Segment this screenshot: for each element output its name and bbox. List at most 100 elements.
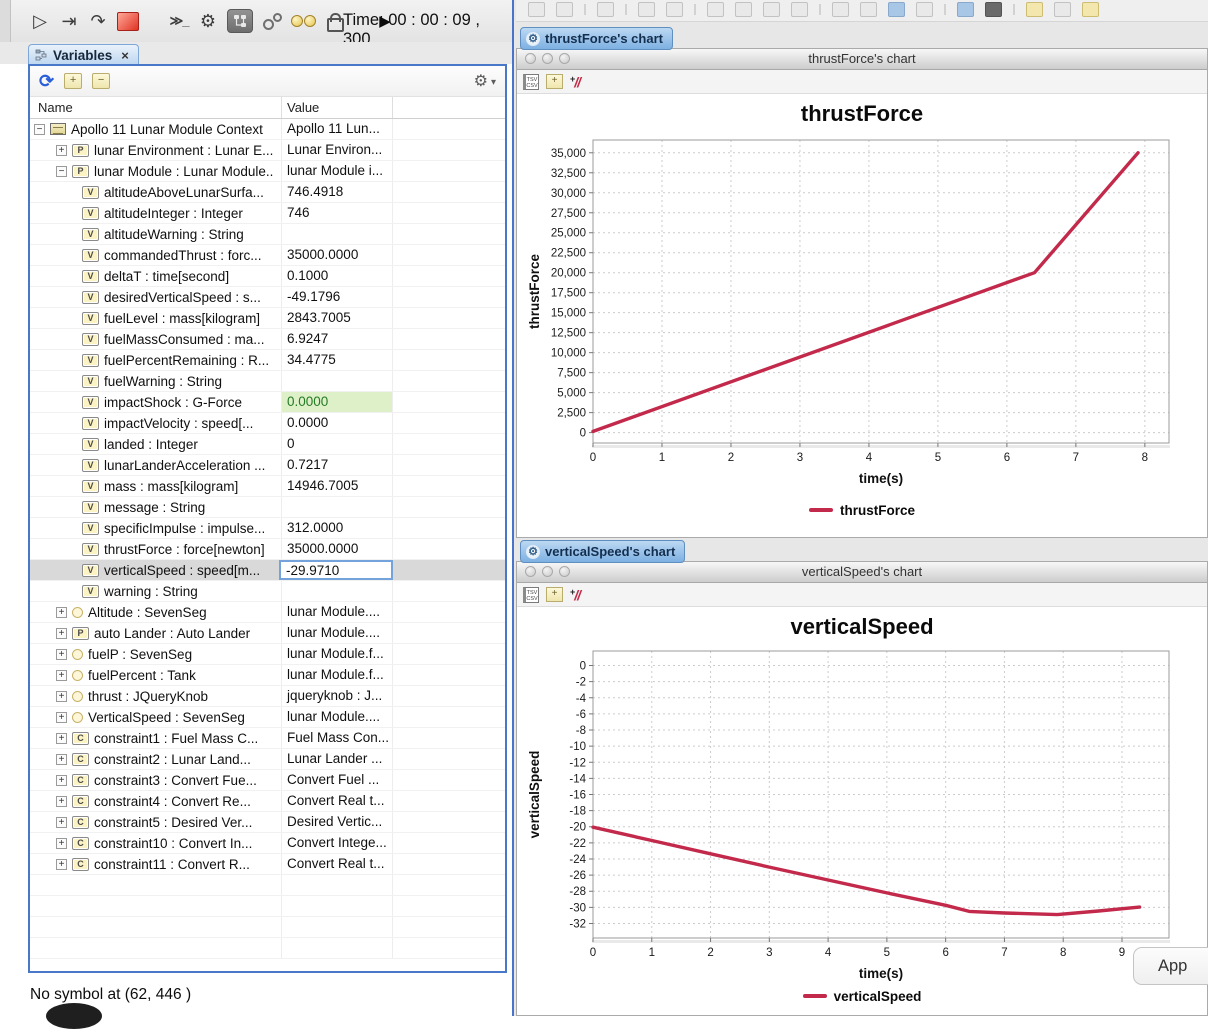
table-row[interactable]: VspecificImpulse : impulse...312.0000: [30, 518, 505, 539]
table-row[interactable]: +Plunar Environment : Lunar E...Lunar En…: [30, 140, 505, 161]
expand-toggle-icon[interactable]: +: [56, 712, 67, 723]
expand-toggle-icon[interactable]: +: [56, 796, 67, 807]
layout-icon[interactable]: [597, 2, 614, 17]
tool3-icon[interactable]: [763, 2, 780, 17]
expand-toggle-icon[interactable]: +: [56, 817, 67, 828]
verticalspeed-plot[interactable]: 01234567890-2-4-6-8-10-12-14-16-18-20-22…: [517, 643, 1207, 983]
expand-toggle-icon[interactable]: +: [56, 607, 67, 618]
panel-icon[interactable]: [888, 2, 905, 17]
table-row[interactable]: VdesiredVerticalSpeed : s...-49.1796: [30, 287, 505, 308]
folder-icon[interactable]: [1026, 2, 1043, 17]
table-row[interactable]: Vmass : mass[kilogram]14946.7005: [30, 476, 505, 497]
step-into-icon[interactable]: ⇥: [59, 9, 79, 33]
table-row[interactable]: +Cconstraint1 : Fuel Mass C...Fuel Mass …: [30, 728, 505, 749]
table-row[interactable]: ValtitudeAboveLunarSurfa...746.4918: [30, 182, 505, 203]
breakpoints-icon[interactable]: [291, 9, 316, 33]
stop-icon[interactable]: [117, 12, 139, 31]
panel-options-button[interactable]: ⚙ ▾: [474, 71, 496, 91]
collapse-all-icon[interactable]: −: [92, 73, 110, 89]
window-titlebar[interactable]: verticalSpeed's chart: [517, 562, 1207, 583]
dropdown2-icon[interactable]: [556, 2, 573, 17]
table-row[interactable]: ValtitudeInteger : Integer746: [30, 203, 505, 224]
layers-icon[interactable]: [957, 2, 974, 17]
tool1-icon[interactable]: [707, 2, 724, 17]
expand-all-icon[interactable]: +: [64, 73, 82, 89]
table-row[interactable]: VfuelPercentRemaining : R...34.4775: [30, 350, 505, 371]
binoculars-icon[interactable]: [638, 2, 655, 17]
table-row[interactable]: +thrust : JQueryKnobjqueryknob : J...: [30, 686, 505, 707]
apply-button[interactable]: App: [1133, 947, 1208, 985]
expand-toggle-icon[interactable]: +: [56, 838, 67, 849]
table-row[interactable]: +Cconstraint10 : Convert In...Convert In…: [30, 833, 505, 854]
flag-icon[interactable]: [985, 2, 1002, 17]
add-record-icon[interactable]: +: [546, 587, 563, 602]
table-row[interactable]: −Apollo 11 Lunar Module ContextApollo 11…: [30, 119, 505, 140]
settings-gear-icon[interactable]: ⚙: [198, 9, 218, 33]
frame-icon[interactable]: [860, 2, 877, 17]
zoom-window-button[interactable]: [559, 566, 570, 577]
tool2-icon[interactable]: [735, 2, 752, 17]
dropdown-icon[interactable]: [528, 2, 545, 17]
lock-icon[interactable]: [325, 9, 345, 33]
watch-points-icon[interactable]: [262, 9, 282, 33]
column-header-name[interactable]: Name: [38, 100, 73, 115]
collapse-toggle-icon[interactable]: −: [34, 124, 45, 135]
value-edit-field[interactable]: -29.9710: [279, 560, 393, 580]
table-row[interactable]: Vwarning : String: [30, 581, 505, 602]
export-csv-icon[interactable]: TSVCSV: [523, 587, 539, 603]
zoom-window-button[interactable]: [559, 53, 570, 64]
column-divider[interactable]: [392, 97, 393, 118]
thrustforce-plot[interactable]: 01234567802,5005,0007,50010,00012,50015,…: [517, 130, 1207, 497]
table-row[interactable]: +Cconstraint2 : Lunar Land...Lunar Lande…: [30, 749, 505, 770]
expand-toggle-icon[interactable]: +: [56, 754, 67, 765]
table-row[interactable]: VlunarLanderAcceleration ...0.7217: [30, 455, 505, 476]
close-window-button[interactable]: [525, 53, 536, 64]
table-row[interactable]: VthrustForce : force[newton]35000.0000: [30, 539, 505, 560]
table-row[interactable]: +VerticalSpeed : SevenSeglunar Module...…: [30, 707, 505, 728]
console-icon[interactable]: ≫_: [169, 9, 189, 33]
table-row[interactable]: Vmessage : String: [30, 497, 505, 518]
expand-toggle-icon[interactable]: +: [56, 649, 67, 660]
refresh-icon[interactable]: ⟳: [39, 72, 54, 90]
binoculars2-icon[interactable]: [666, 2, 683, 17]
table-row[interactable]: VfuelLevel : mass[kilogram]2843.7005: [30, 308, 505, 329]
variables-view-icon[interactable]: [227, 9, 253, 33]
line-style-icon[interactable]: +//: [570, 74, 580, 90]
table-row[interactable]: VimpactVelocity : speed[...0.0000: [30, 413, 505, 434]
tab-variables[interactable]: Variables ×: [28, 44, 139, 65]
anchor-icon[interactable]: [832, 2, 849, 17]
table-row[interactable]: VverticalSpeed : speed[m...-29.9710: [30, 560, 505, 581]
column-divider[interactable]: [281, 97, 282, 118]
tab-verticalspeed-chart[interactable]: ⚙ verticalSpeed's chart: [520, 540, 685, 563]
table-row[interactable]: −Plunar Module : Lunar Module..lunar Mod…: [30, 161, 505, 182]
add-record-icon[interactable]: +: [546, 74, 563, 89]
table-row[interactable]: +Pauto Lander : Auto Landerlunar Module.…: [30, 623, 505, 644]
tab-thrustforce-chart[interactable]: ⚙ thrustForce's chart: [520, 27, 673, 50]
resume-icon[interactable]: ▷: [30, 9, 50, 33]
step-over-icon[interactable]: ↷: [88, 9, 108, 33]
expand-toggle-icon[interactable]: +: [56, 670, 67, 681]
export-csv-icon[interactable]: TSVCSV: [523, 74, 539, 90]
close-window-button[interactable]: [525, 566, 536, 577]
table-row[interactable]: +fuelP : SevenSeglunar Module.f...: [30, 644, 505, 665]
table-row[interactable]: ValtitudeWarning : String: [30, 224, 505, 245]
dash-icon[interactable]: [916, 2, 933, 17]
column-header-value[interactable]: Value: [287, 100, 319, 115]
minimize-window-button[interactable]: [542, 53, 553, 64]
table-row[interactable]: VfuelWarning : String: [30, 371, 505, 392]
table-row[interactable]: +Altitude : SevenSeglunar Module....: [30, 602, 505, 623]
expand-toggle-icon[interactable]: +: [56, 775, 67, 786]
tool4-icon[interactable]: [791, 2, 808, 17]
expand-toggle-icon[interactable]: +: [56, 859, 67, 870]
copy-icon[interactable]: [1054, 2, 1071, 17]
window-titlebar[interactable]: thrustForce's chart: [517, 49, 1207, 70]
gear2-icon[interactable]: [1082, 2, 1099, 17]
table-row[interactable]: +Cconstraint5 : Desired Ver...Desired Ve…: [30, 812, 505, 833]
expand-toggle-icon[interactable]: +: [56, 733, 67, 744]
expand-toggle-icon[interactable]: +: [56, 628, 67, 639]
table-row[interactable]: VcommandedThrust : forc...35000.0000: [30, 245, 505, 266]
table-row[interactable]: VimpactShock : G-Force0.0000: [30, 392, 505, 413]
close-icon[interactable]: ×: [121, 48, 129, 63]
collapse-toggle-icon[interactable]: −: [56, 166, 67, 177]
table-row[interactable]: +Cconstraint3 : Convert Fue...Convert Fu…: [30, 770, 505, 791]
